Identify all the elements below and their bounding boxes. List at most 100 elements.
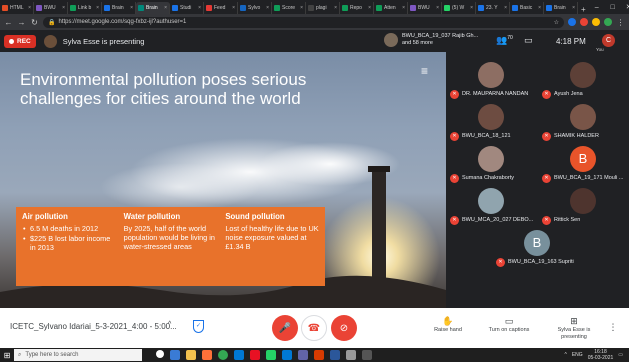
language-indicator[interactable]: ENG [572,352,583,358]
browser-tab[interactable]: BWU × [408,2,442,14]
powerpoint-icon[interactable] [314,350,324,360]
close-tab-icon[interactable]: × [402,5,405,11]
close-icon[interactable]: ✕ [621,3,629,11]
browser-tab[interactable]: 23. Y × [476,2,510,14]
browser-tab[interactable]: Sylvo × [238,2,272,14]
new-tab-button[interactable]: + [578,5,589,14]
close-tab-icon[interactable]: × [436,5,439,11]
browser-tab[interactable]: Link b × [68,2,102,14]
participant-tile[interactable]: ✕ Rittick Sen [538,186,629,227]
mic-toggle-button[interactable]: 🎤 [272,315,298,341]
close-tab-icon[interactable]: × [232,5,235,11]
present-label: Sylva Esse is presenting [557,327,591,340]
leave-call-button[interactable]: ☎ [301,315,327,341]
meeting-title[interactable]: ICETC_Sylvano Idariai_5-3-2021_4:00 - 5:… [10,322,177,331]
close-tab-icon[interactable]: × [198,5,201,11]
app-icon[interactable] [250,350,260,360]
close-tab-icon[interactable]: × [368,5,371,11]
tab-label: Sylvo [248,5,261,11]
participant-tile[interactable]: B ✕ BWU_BCA_19_163 Supriti [492,228,584,269]
browser-tab[interactable]: Feed × [204,2,238,14]
browser-tab[interactable]: (5) W × [442,2,476,14]
edge-icon[interactable] [282,350,292,360]
chevron-up-icon[interactable]: ^ [564,352,566,358]
camera-toggle-button[interactable]: ⊘ [331,315,357,341]
close-tab-icon[interactable]: × [62,5,65,11]
close-tab-icon[interactable]: × [266,5,269,11]
back-icon[interactable]: ← [4,18,13,27]
browser-tab[interactable]: Repo × [340,2,374,14]
present-button[interactable]: ⊞ Sylva Esse is presenting [552,316,596,341]
minimize-icon[interactable]: – [589,4,605,11]
fact-text: Lost of healthy life due to UK noise exp… [225,224,319,251]
close-tab-icon[interactable]: × [96,5,99,11]
close-tab-icon[interactable]: × [130,5,133,11]
participant-tile[interactable]: ✕ SHAMIK HALDER [538,102,629,143]
close-tab-icon[interactable]: × [300,5,303,11]
mic-off-icon: ✕ [542,90,551,99]
participant-tile[interactable]: ✕ Ayush Jena [538,60,629,101]
browser-tab[interactable]: Brain × [136,2,170,14]
participant-tile[interactable]: ✕ Sumana Chakraborty [446,144,538,185]
participant-tile[interactable]: ✕ BWU_BCA_18_121 [446,102,538,143]
taskbar-search[interactable]: ⌕ Type here to search [14,349,142,361]
menu-icon[interactable]: ⋮ [616,18,625,27]
participant-tile[interactable]: ✕ BWU_MCA_20_027 DEBO... [446,186,538,227]
browser-tab[interactable]: Atten × [374,2,408,14]
browser-tab[interactable]: Studi × [170,2,204,14]
app-icon[interactable] [346,350,356,360]
participant-tile[interactable]: B ✕ BWU_BCA_19_171 Mouli ... [538,144,629,185]
profile-icon[interactable] [604,18,612,26]
close-tab-icon[interactable]: × [504,5,507,11]
app-icon[interactable] [362,350,372,360]
close-tab-icon[interactable]: × [470,5,473,11]
favicon-icon [138,5,144,11]
extension-icon[interactable] [580,18,588,26]
browser-tab[interactable]: Brain × [544,2,578,14]
whatsapp-icon[interactable] [266,350,276,360]
mail-icon[interactable] [234,350,244,360]
browser-tab[interactable]: Brain × [102,2,136,14]
self-avatar[interactable]: C [602,34,615,47]
star-icon[interactable]: ☆ [554,19,559,26]
ericsson-logo-icon: ≡ [421,64,429,78]
chevron-up-icon[interactable]: ^ [168,321,171,328]
shield-icon[interactable]: ✓ [193,320,204,333]
extension-icon[interactable] [592,18,600,26]
raise-hand-button[interactable]: ✋ Raise hand [430,316,466,334]
folder-icon[interactable] [186,350,196,360]
chrome-icon[interactable] [218,350,228,360]
address-bar[interactable]: 🔒 https://meet.google.com/sqg-fxbz-ijl?a… [43,16,564,28]
pinned-participants[interactable]: BWU_BCA_19_037 Rajib Gh... and 58 more [384,33,478,47]
extension-icon[interactable] [568,18,576,26]
close-tab-icon[interactable]: × [164,5,167,11]
maximize-icon[interactable]: □ [605,4,621,11]
close-tab-icon[interactable]: × [538,5,541,11]
tab-label: Feed [214,5,226,11]
browser-tab[interactable]: Basic × [510,2,544,14]
chat-button[interactable]: ▭ [524,35,533,46]
notification-icon[interactable]: ▭ [618,352,623,358]
captions-button[interactable]: ▭ Turn on captions [484,316,534,334]
close-tab-icon[interactable]: × [334,5,337,11]
people-button[interactable]: 👥70 [496,35,513,46]
browser-tab[interactable]: plagi × [306,2,340,14]
browser-tab[interactable]: Score × [272,2,306,14]
teams-icon[interactable] [298,350,308,360]
lock-icon: 🔒 [48,19,56,26]
browser-tab[interactable]: BWU × [34,2,68,14]
system-clock[interactable]: 16:18 05-03-2021 [588,349,614,361]
firefox-icon[interactable] [202,350,212,360]
close-tab-icon[interactable]: × [572,5,575,11]
browser-tab[interactable]: HTML × [0,2,34,14]
close-tab-icon[interactable]: × [28,5,31,11]
app-icon[interactable] [170,350,180,360]
word-icon[interactable] [330,350,340,360]
windows-start-icon[interactable]: ⊞ [0,351,14,360]
more-options-button[interactable]: ⋮ [606,322,620,333]
reload-icon[interactable]: ↻ [30,18,39,27]
participant-tile[interactable]: ✕ DR. MAUPARNA NANDAN [446,60,538,101]
tab-label: (5) W [452,5,465,11]
forward-icon[interactable]: → [17,18,26,27]
task-view-icon[interactable] [156,350,164,358]
